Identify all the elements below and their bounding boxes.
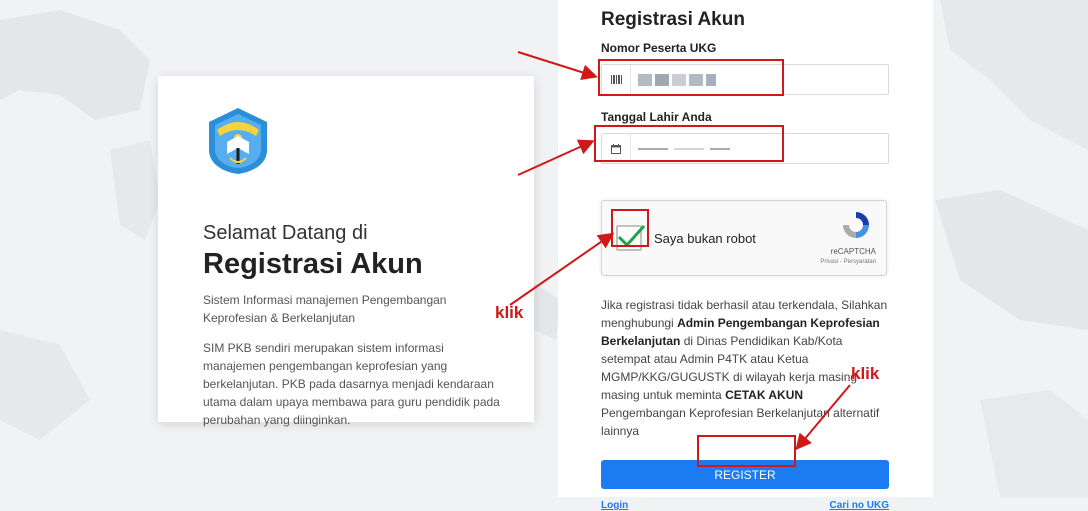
klik-annotation-left: klik	[495, 303, 524, 322]
register-button[interactable]: REGISTER	[601, 460, 889, 489]
welcome-subtitle: Sistem Informasi manajemen Pengembangan …	[203, 293, 447, 325]
registration-form-panel: Registrasi Akun Nomor Peserta UKG Tangga…	[558, 0, 933, 511]
welcome-description: SIM PKB sendiri merupakan sistem informa…	[203, 341, 500, 427]
login-link[interactable]: Login	[601, 500, 628, 511]
recaptcha-widget: Saya bukan robot reCAPTCHA Privasi - Per…	[601, 200, 887, 276]
recaptcha-label: Saya bukan robot	[654, 231, 756, 246]
cari-ukg-link[interactable]: Cari no UKG	[830, 500, 889, 511]
welcome-heading-large: Registrasi Akun	[203, 248, 423, 280]
recaptcha-logo-icon	[843, 212, 869, 238]
bottom-links: Login Cari no UKG	[601, 500, 889, 511]
calendar-icon	[602, 134, 631, 163]
check-icon	[617, 224, 646, 248]
blurred-date	[638, 148, 730, 150]
klik-annotation-right: klik	[851, 364, 880, 383]
recaptcha-checkbox[interactable]	[616, 224, 646, 251]
nomor-peserta-group	[601, 64, 889, 95]
blurred-value	[638, 74, 716, 86]
form-title: Registrasi Akun	[601, 9, 745, 30]
welcome-heading-small: Selamat Datang di	[203, 222, 368, 244]
nomor-peserta-label: Nomor Peserta UKG	[601, 41, 717, 55]
info-bold2: CETAK AKUN	[725, 388, 804, 402]
info-part3: Pengembangan Keprofesian Berkelanjutan a…	[601, 406, 880, 438]
welcome-card: Selamat Datang di Registrasi Akun Sistem…	[158, 76, 534, 427]
recaptcha-links[interactable]: Privasi - Persyaratan	[820, 259, 876, 265]
tut-wuri-handayani-logo	[209, 108, 267, 174]
tanggal-lahir-group	[601, 133, 889, 164]
info-text: Jika registrasi tidak berhasil atau terk…	[601, 296, 889, 440]
tanggal-lahir-label: Tanggal Lahir Anda	[601, 110, 712, 124]
recaptcha-brand: reCAPTCHA	[830, 247, 876, 256]
barcode-icon	[602, 65, 631, 94]
